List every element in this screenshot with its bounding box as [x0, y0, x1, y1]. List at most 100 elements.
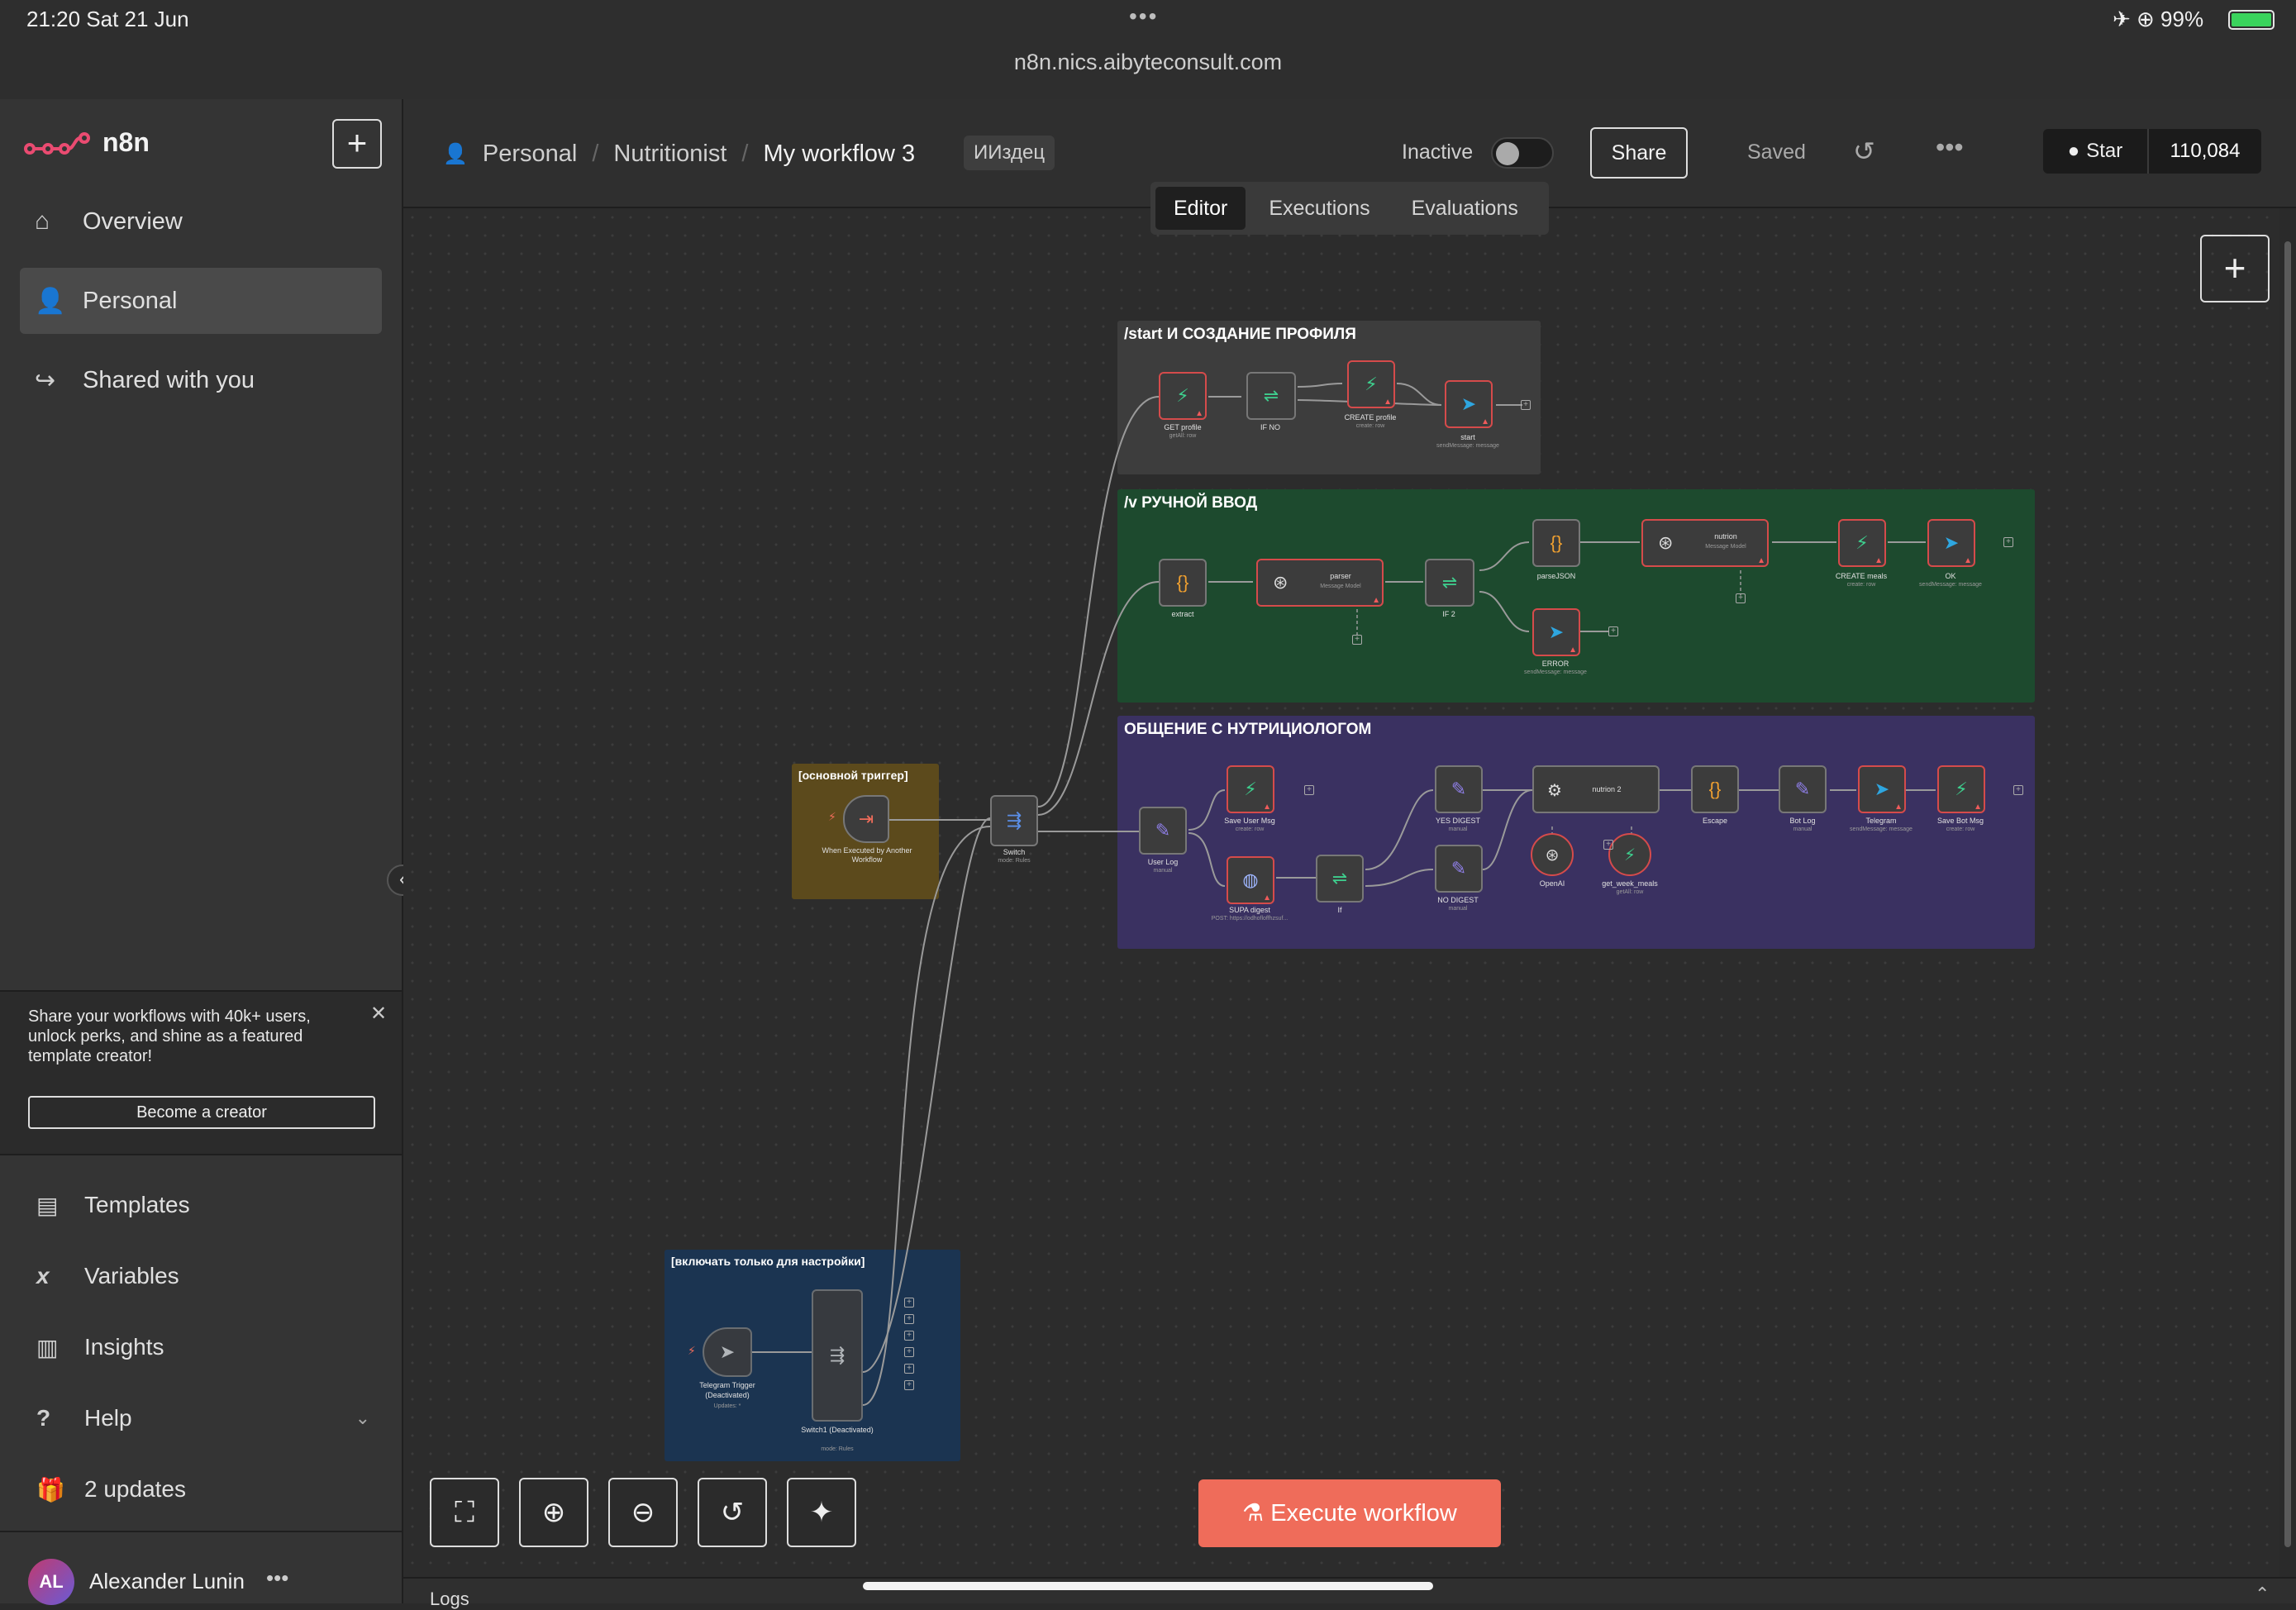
zoom-out-button[interactable]: ⊖: [608, 1478, 678, 1547]
zoom-in-button[interactable]: ⊕: [519, 1478, 588, 1547]
warning-icon: ▲: [1894, 803, 1903, 812]
node-sublabel: Updates: *: [713, 1403, 741, 1409]
fit-view-button[interactable]: ⛶: [430, 1478, 499, 1547]
add-connection-icon[interactable]: +: [904, 1364, 914, 1374]
add-connection-icon[interactable]: +: [1603, 840, 1613, 850]
warning-icon: ▲: [1481, 417, 1489, 426]
node-switch[interactable]: ⇶: [990, 795, 1038, 846]
node-sublabel: POST: https://odhofloffhzsuf...: [1211, 916, 1289, 922]
if-icon: ⇌: [1263, 385, 1279, 406]
node-sublabel: create: row: [1355, 423, 1385, 429]
node-extract[interactable]: {}: [1159, 559, 1207, 607]
node-openai[interactable]: ⊛: [1531, 833, 1574, 876]
tidy-up-button[interactable]: ✦: [787, 1478, 856, 1547]
node-save-user-msg[interactable]: ⚡ ▲: [1227, 765, 1274, 813]
edit-icon: ✎: [1155, 820, 1171, 841]
node-error[interactable]: ➤ ▲: [1532, 608, 1580, 656]
node-bot-log[interactable]: ✎: [1779, 765, 1827, 813]
node-telegram[interactable]: ➤ ▲: [1858, 765, 1906, 813]
node-save-bot-msg[interactable]: ⚡ ▲: [1937, 765, 1985, 813]
node-sublabel: mode: Rules: [998, 858, 1031, 864]
connection-line: [1479, 541, 1530, 571]
add-connection-icon[interactable]: +: [904, 1298, 914, 1308]
node-create-profile[interactable]: ⚡ ▲: [1347, 360, 1395, 408]
connection-line: [1365, 869, 1434, 887]
node-label: YES DIGEST: [1435, 817, 1480, 825]
node-sublabel: sendMessage: message: [1436, 443, 1499, 449]
add-connection-icon[interactable]: +: [1521, 400, 1531, 410]
openai-icon: ⊛: [1273, 572, 1289, 593]
node-nutrion-2[interactable]: ⚙ nutrion 2: [1532, 765, 1660, 813]
node-switch1[interactable]: ⇶: [812, 1289, 863, 1422]
add-connection-icon[interactable]: +: [1352, 635, 1362, 645]
node-yes-digest[interactable]: ✎: [1435, 765, 1483, 813]
openai-icon: ⊛: [1658, 532, 1674, 553]
add-connection-icon[interactable]: +: [2003, 537, 2013, 547]
node-user-log[interactable]: ✎: [1139, 807, 1187, 855]
home-indicator: [863, 1582, 1433, 1590]
node-sublabel: create: row: [1846, 582, 1876, 588]
switch-icon: ⇶: [1006, 810, 1022, 831]
reset-zoom-button[interactable]: ↺: [698, 1478, 767, 1547]
node-if[interactable]: ⇌: [1316, 855, 1364, 903]
node-ok[interactable]: ➤ ▲: [1927, 519, 1975, 567]
node-sublabel: manual: [1153, 868, 1173, 874]
node-sublabel: manual: [1448, 906, 1468, 912]
connection-line: [1396, 383, 1442, 406]
code-icon: {}: [1550, 532, 1563, 553]
code-icon: {}: [1176, 572, 1189, 593]
telegram-icon: ➤: [719, 1341, 736, 1362]
node-parser[interactable]: ⊛ parser Message Model ▲: [1256, 559, 1384, 607]
add-connection-icon[interactable]: +: [1608, 626, 1618, 636]
add-connection-icon[interactable]: +: [904, 1380, 914, 1390]
lightning-icon: ⚡: [688, 1344, 696, 1357]
node-label: ERROR: [1541, 660, 1570, 668]
node-nutrion[interactable]: ⊛ nutrion Message Model ▲: [1641, 519, 1769, 567]
node-escape[interactable]: {}: [1691, 765, 1739, 813]
openai-icon: ⊛: [1545, 845, 1560, 865]
node-supa-digest[interactable]: ◍ ▲: [1227, 856, 1274, 904]
warning-icon: ▲: [1195, 409, 1203, 418]
node-parsejson[interactable]: {}: [1532, 519, 1580, 567]
robot-icon: ⚙: [1547, 782, 1562, 800]
if-icon: ⇌: [1441, 572, 1458, 593]
broom-icon: ✦: [809, 1497, 834, 1528]
node-start[interactable]: ➤ ▲: [1445, 380, 1493, 428]
node-sublabel: manual: [1448, 826, 1468, 832]
node-if-2[interactable]: ⇌: [1425, 559, 1474, 607]
node-label: Switch1 (Deactivated): [801, 1426, 874, 1434]
logs-panel[interactable]: [403, 1577, 2296, 1603]
add-connection-icon[interactable]: +: [1304, 785, 1314, 795]
node-label: NO DIGEST: [1437, 896, 1479, 904]
node-label: User Log: [1147, 858, 1179, 866]
add-connection-icon[interactable]: +: [1736, 593, 1746, 603]
trigger-icon: ⇥: [858, 808, 874, 829]
node-telegram-trigger[interactable]: ➤: [703, 1327, 752, 1377]
node-label: nutrion 2: [1592, 785, 1622, 793]
node-get-week-meals[interactable]: ⚡: [1608, 833, 1651, 876]
warning-icon: ▲: [1974, 803, 1982, 812]
node-create-meals[interactable]: ⚡ ▲: [1838, 519, 1886, 567]
node-get-profile[interactable]: ⚡ ▲: [1159, 372, 1207, 420]
add-connection-icon[interactable]: +: [2013, 785, 2023, 795]
chevron-up-icon[interactable]: ⌃: [2255, 1584, 2270, 1605]
node-execute-workflow-trigger[interactable]: ⇥: [843, 795, 889, 843]
node-label: parseJSON: [1536, 572, 1576, 580]
node-label: nutrion: [1714, 532, 1737, 541]
node-no-digest[interactable]: ✎: [1435, 845, 1483, 893]
node-label: CREATE profile: [1344, 413, 1397, 422]
node-sublabel: getAll: row: [1616, 889, 1644, 895]
warning-icon: ▲: [1263, 803, 1271, 812]
logs-label[interactable]: Logs: [430, 1589, 469, 1610]
connection-line: [1297, 383, 1343, 388]
add-connection-icon[interactable]: +: [904, 1314, 914, 1324]
node-sublabel: create: row: [1235, 826, 1265, 832]
node-if-no[interactable]: ⇌: [1246, 372, 1296, 420]
zoom-out-icon: ⊖: [631, 1497, 655, 1528]
node-sublabel: getAll: row: [1169, 433, 1197, 439]
execute-workflow-button[interactable]: ⚗ Execute workflow: [1198, 1479, 1501, 1547]
execute-label: Execute workflow: [1270, 1500, 1457, 1527]
add-connection-icon[interactable]: +: [904, 1331, 914, 1341]
add-connection-icon[interactable]: +: [904, 1347, 914, 1357]
node-sublabel: sendMessage: message: [1524, 669, 1587, 675]
